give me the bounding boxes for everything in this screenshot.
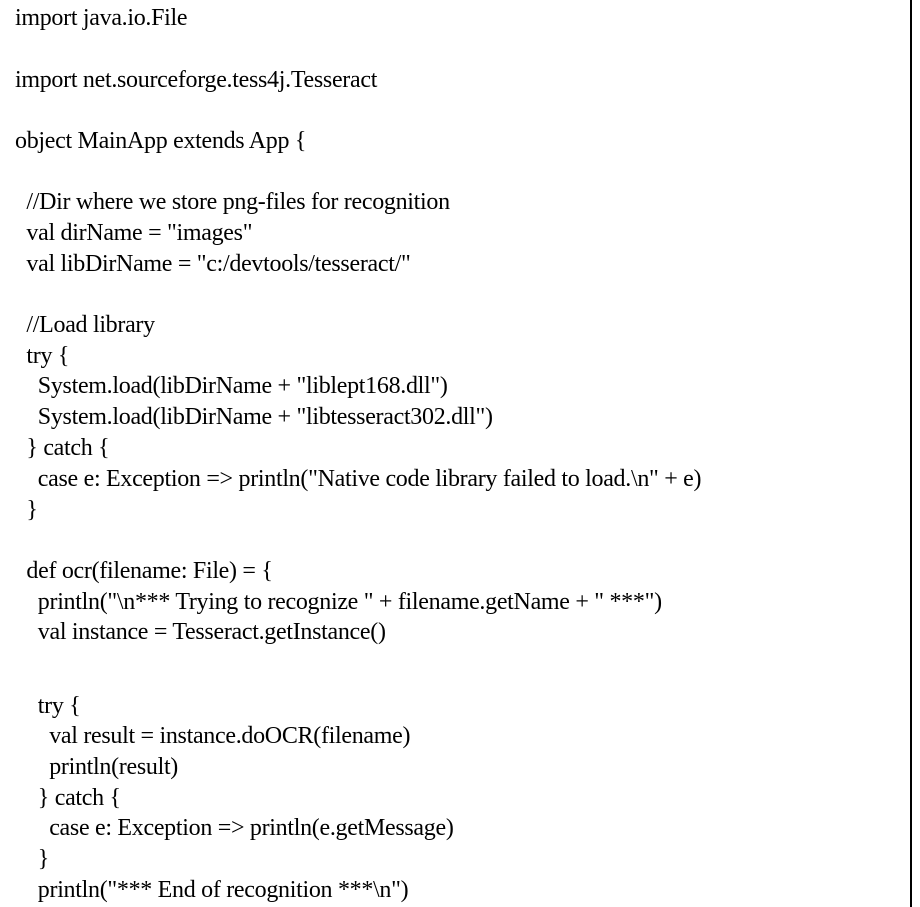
code-line-3: import net.sourceforge.tess4j.Tesseract (15, 67, 378, 93)
code-line-25: val result = instance.doOCR(filename) (15, 723, 411, 749)
code-document: import java.io.File import net.sourcefor… (0, 0, 920, 907)
code-line-12: try { (15, 343, 70, 369)
code-line-16: case e: Exception => println("Native cod… (15, 466, 702, 492)
code-line-30: println("*** End of recognition ***\n") (15, 877, 409, 903)
code-line-28: case e: Exception => println(e.getMessag… (15, 815, 454, 841)
code-line-19: def ocr(filename: File) = { (15, 558, 273, 584)
code-line-14: System.load(libDirName + "libtesseract30… (15, 404, 493, 430)
code-line-21: val instance = Tesseract.getInstance() (15, 619, 386, 645)
right-border (910, 0, 912, 907)
code-line-5: object MainApp extends App { (15, 128, 307, 154)
code-line-9: val libDirName = "c:/devtools/tesseract/… (15, 251, 411, 277)
code-line-13: System.load(libDirName + "liblept168.dll… (15, 373, 448, 399)
code-line-15: } catch { (15, 435, 110, 461)
code-line-24: try { (15, 693, 81, 719)
code-line-11: //Load library (15, 312, 155, 338)
code-line-29: } (15, 846, 50, 872)
code-line-7: //Dir where we store png-files for recog… (15, 189, 450, 215)
code-line-1: import java.io.File (15, 5, 188, 31)
code-line-17: } (15, 497, 38, 523)
code-line-8: val dirName = "images" (15, 220, 253, 246)
code-line-26: println(result) (15, 754, 179, 780)
code-line-27: } catch { (15, 785, 121, 811)
code-line-20: println("\n*** Trying to recognize " + f… (15, 589, 662, 615)
